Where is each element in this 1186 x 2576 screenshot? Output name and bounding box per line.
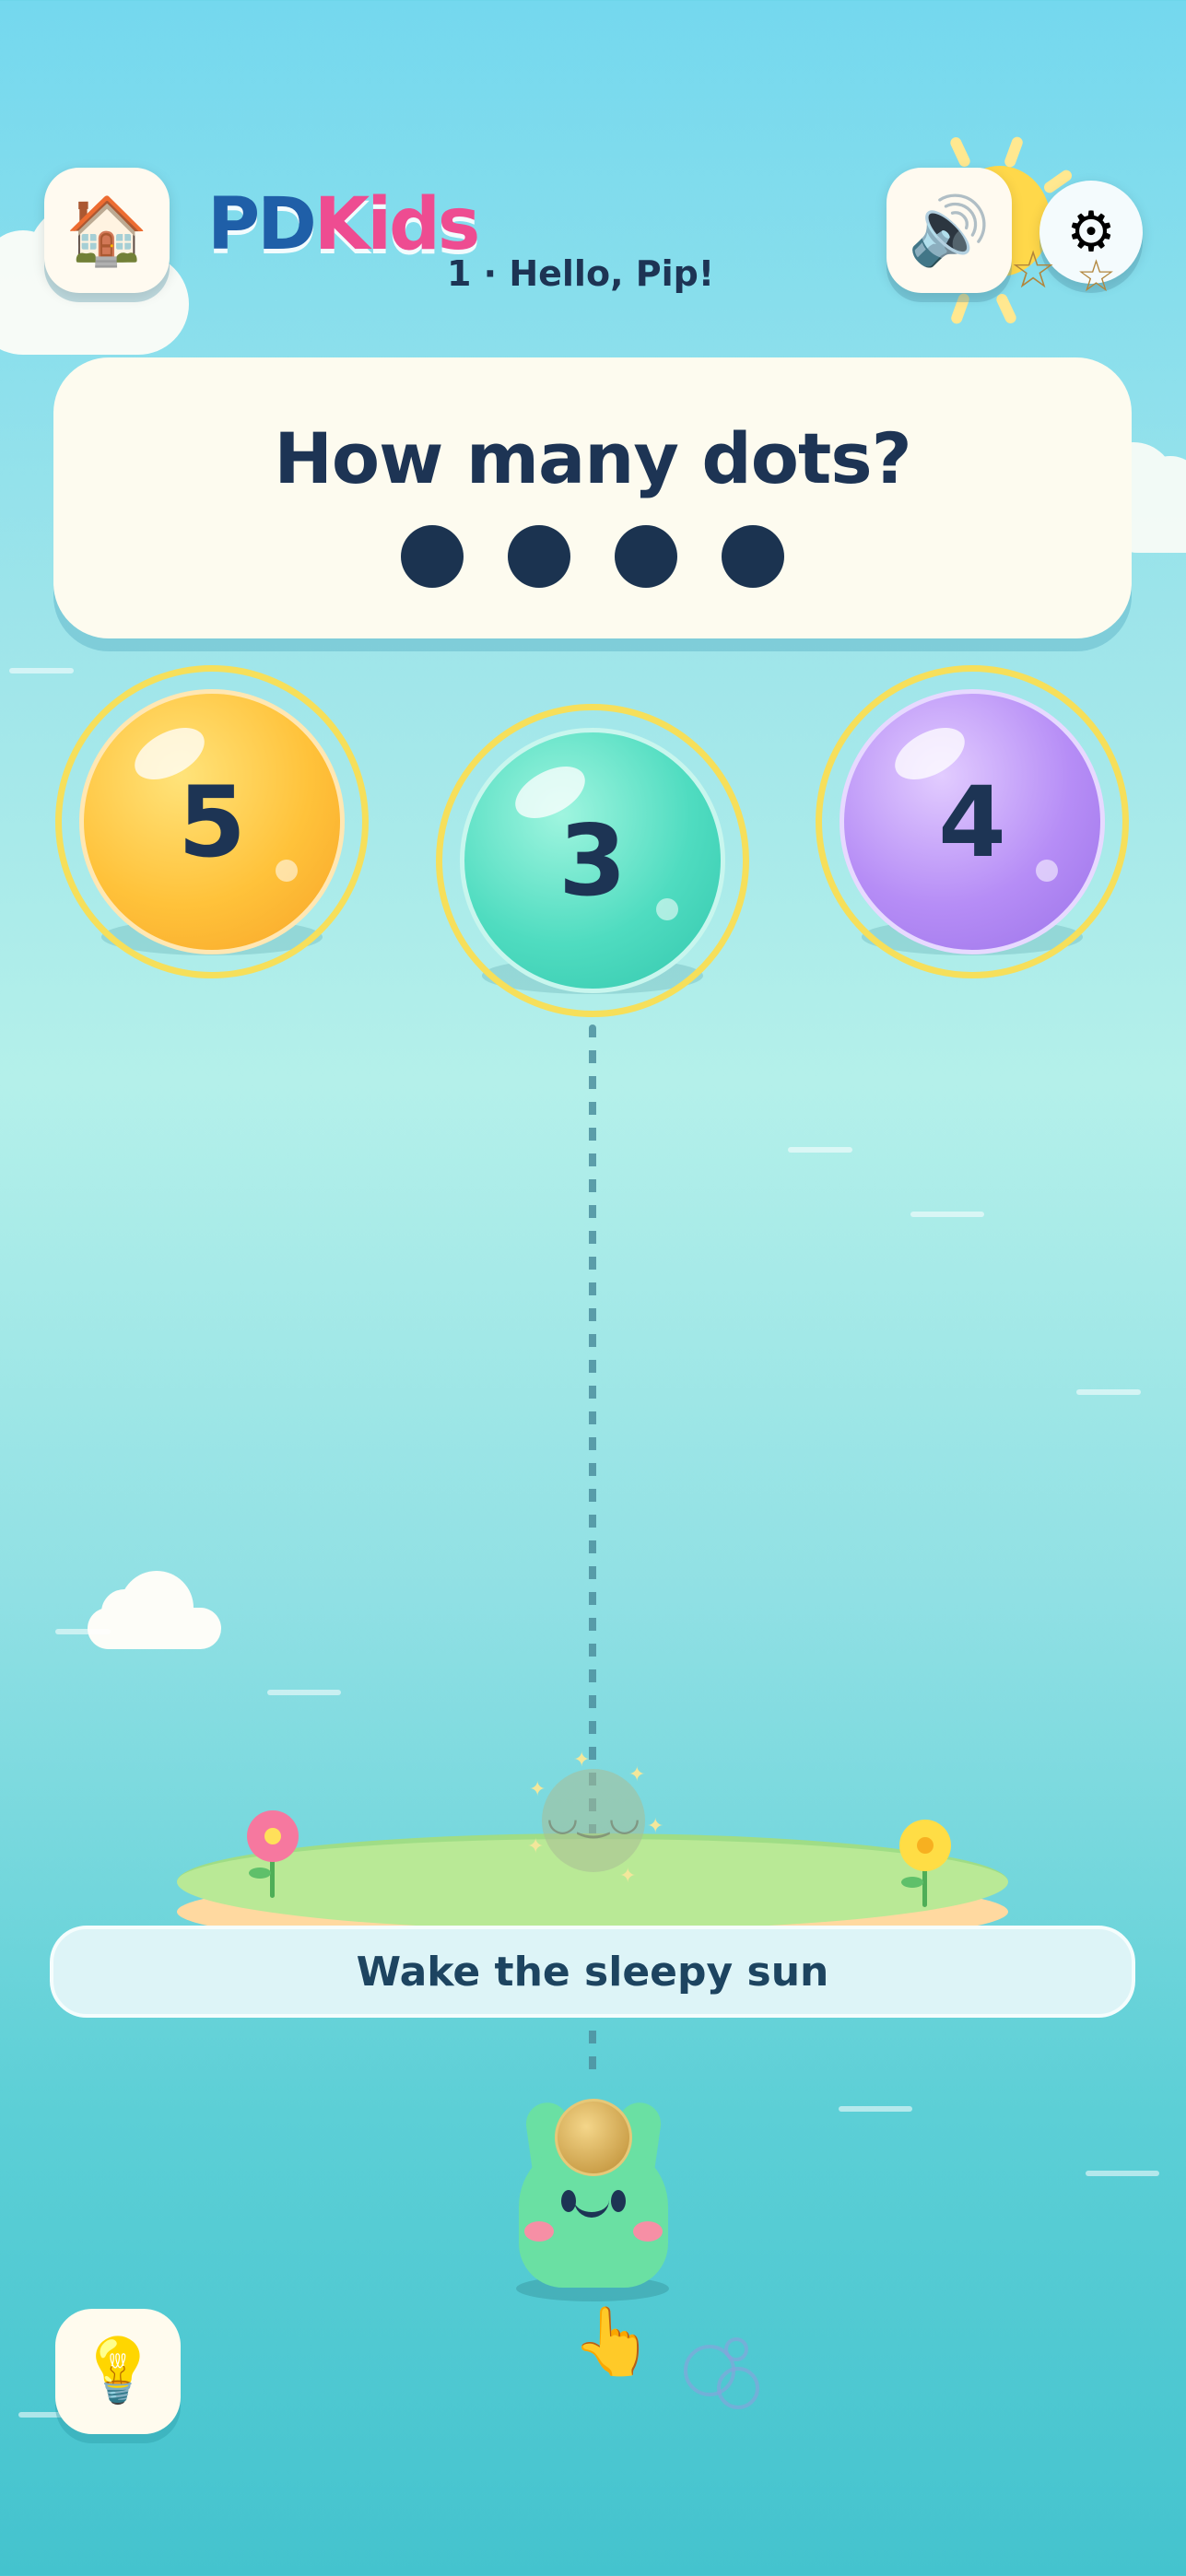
bubble-glint	[656, 898, 678, 920]
answer-value: 4	[938, 765, 1006, 879]
sparkle-icon: ✦	[529, 1778, 546, 1801]
sleepy-face-icon: ◡‿◡	[546, 1797, 640, 1839]
frog-smile	[574, 2199, 609, 2218]
answer-bubble-teal[interactable]: 3	[436, 704, 749, 1017]
bubbles-icon	[684, 2336, 767, 2409]
answer-bubble-orange[interactable]: 5	[55, 665, 369, 978]
sparkle-icon: ✦	[573, 1749, 591, 1772]
app-logo: PDKids	[207, 189, 480, 261]
frog-cheek	[633, 2221, 663, 2242]
bubble-glint	[1036, 860, 1058, 882]
sparkle-icon: ✦	[628, 1763, 646, 1786]
home-button[interactable]: 🏠	[44, 168, 170, 293]
water-ripple	[839, 2106, 912, 2112]
frog-eye	[611, 2190, 626, 2212]
question-prompt: How many dots?	[274, 417, 911, 499]
count-dot	[508, 525, 570, 588]
goal-banner: Wake the sleepy sun	[50, 1926, 1135, 2018]
water-ripple	[1086, 2171, 1159, 2176]
flower-center	[264, 1828, 281, 1844]
logo-pd: PD	[207, 183, 317, 266]
speaker-icon: 🔊	[908, 192, 991, 269]
answer-bubble-purple[interactable]: 4	[816, 665, 1129, 978]
star-icon: ☆	[1010, 240, 1057, 300]
loaded-coin	[555, 2099, 632, 2176]
count-dot	[401, 525, 464, 588]
sparkle-icon: ✦	[619, 1865, 637, 1888]
water-ripple	[910, 1212, 984, 1217]
water-ripple	[267, 1690, 341, 1695]
pointing-hand-icon: 👆	[571, 2302, 654, 2380]
bubble-face: 5	[79, 689, 345, 954]
frog-cheek	[524, 2221, 554, 2242]
count-dot	[722, 525, 784, 588]
answer-value: 3	[558, 803, 627, 918]
sun-ray	[949, 291, 971, 326]
water-ripple	[55, 1629, 111, 1634]
sparkle-icon: ✦	[647, 1815, 664, 1838]
flower-icon	[898, 1820, 953, 1912]
flower-leaf	[249, 1868, 271, 1879]
sun-ray	[948, 135, 972, 169]
dot-row	[53, 525, 1132, 588]
hint-button[interactable]: 💡	[55, 2309, 181, 2434]
question-card: How many dots?	[53, 357, 1132, 638]
flower-center	[917, 1837, 934, 1854]
water-ripple	[1076, 1389, 1141, 1395]
bubble-face: 4	[840, 689, 1105, 954]
sparkle-icon: ✦	[527, 1835, 545, 1858]
sun-ray	[1003, 135, 1025, 170]
sound-button[interactable]: 🔊	[887, 168, 1012, 293]
house-icon: 🏠	[65, 192, 148, 269]
answer-value: 5	[178, 765, 246, 879]
flower-leaf	[901, 1877, 923, 1888]
flower-icon	[245, 1810, 300, 1903]
level-label: 1 · Hello, Pip!	[447, 253, 715, 294]
count-dot	[615, 525, 677, 588]
lightbulb-icon: 💡	[78, 2335, 158, 2407]
bubble-face: 3	[460, 728, 725, 993]
star-icon: ☆	[1076, 251, 1117, 302]
goal-text: Wake the sleepy sun	[356, 1948, 829, 1996]
bubble-glint	[276, 860, 298, 882]
water-ripple	[788, 1147, 852, 1153]
